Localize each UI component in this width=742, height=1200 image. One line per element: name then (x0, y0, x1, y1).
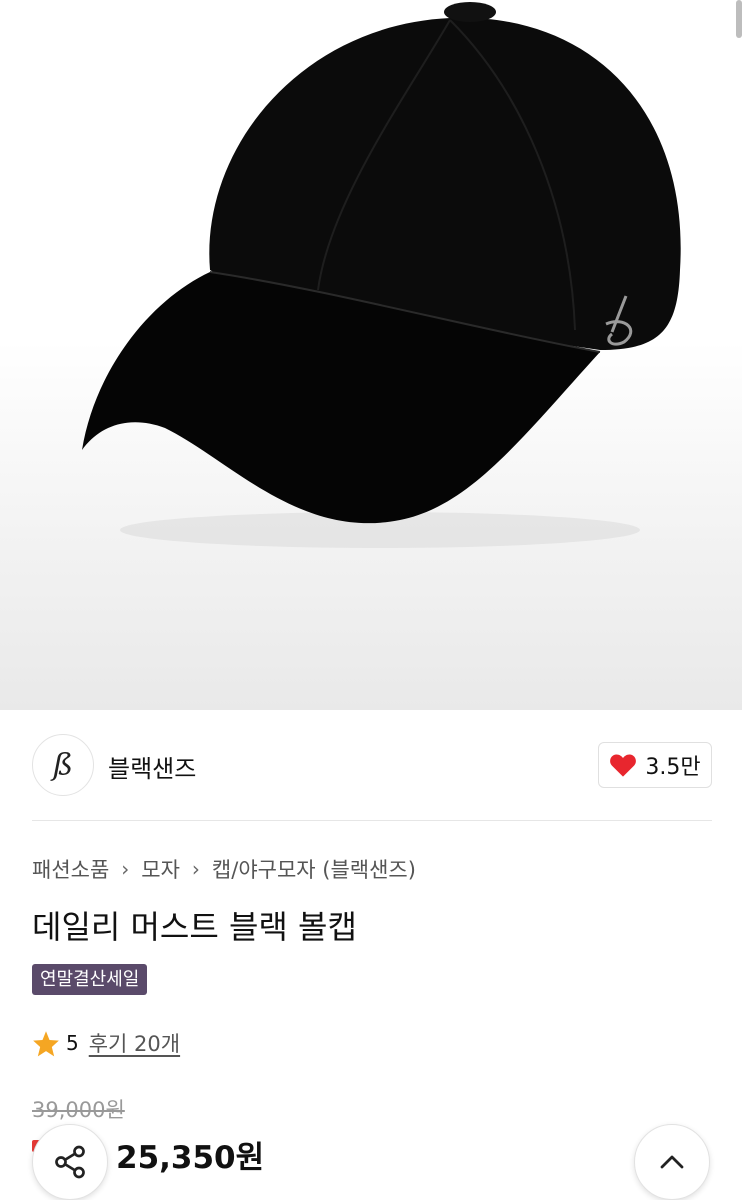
brand-logo[interactable]: ß (32, 734, 94, 796)
sale-badge: 연말결산세일 (32, 964, 148, 995)
like-button[interactable]: 3.5만 (598, 742, 712, 788)
scroll-to-top-button[interactable] (634, 1124, 710, 1200)
rating-row: 5 후기 20개 (32, 1028, 180, 1058)
share-icon (55, 1145, 85, 1179)
brand-name[interactable]: 블랙샌즈 (108, 749, 196, 784)
heart-icon (610, 754, 637, 777)
share-button[interactable] (32, 1124, 108, 1200)
chevron-up-icon (660, 1155, 684, 1169)
like-count: 3.5만 (645, 755, 701, 780)
chevron-right-icon: › (191, 857, 200, 881)
product-title: 데일리 머스트 블랙 볼캡 (32, 908, 357, 946)
breadcrumb: 패션소품 › 모자 › 캡/야구모자 (블랙샌즈) (32, 854, 416, 884)
breadcrumb-item-category[interactable]: 패션소품 (32, 854, 109, 884)
chevron-right-icon: › (121, 857, 130, 881)
sale-price: 25,350원 (116, 1140, 265, 1176)
breadcrumb-item-subcategory[interactable]: 모자 (141, 854, 180, 884)
rating-score: 5 (66, 1031, 79, 1055)
brand-row: ß 블랙샌즈 3.5만 (32, 734, 712, 796)
breadcrumb-item-current[interactable]: 캡/야구모자 (블랙샌즈) (212, 854, 416, 884)
star-icon (33, 1030, 59, 1056)
divider (32, 820, 712, 821)
black-cap-image (82, 2, 681, 548)
product-image[interactable] (0, 0, 742, 710)
review-link[interactable]: 후기 20개 (89, 1028, 180, 1058)
original-price: 39,000원 (32, 1098, 125, 1122)
